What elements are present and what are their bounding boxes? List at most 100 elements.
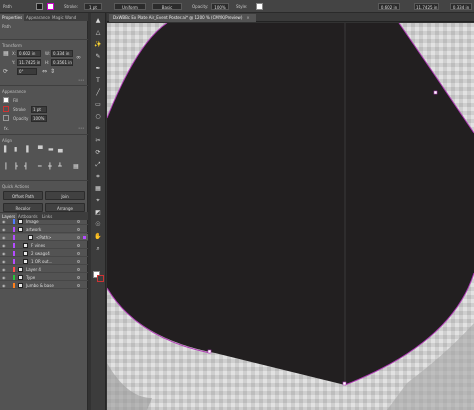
visibility-eye-icon[interactable]: ◉ [2, 226, 6, 233]
layer-row[interactable]: ◉ Jumbo & base [0, 282, 88, 289]
target-circle-icon[interactable] [77, 260, 80, 263]
visibility-eye-icon[interactable]: ◉ [2, 258, 6, 265]
x-field[interactable]: 0.602 in [378, 3, 400, 10]
rotate-tool-icon[interactable]: ⟳ [94, 149, 102, 156]
selection-indicator[interactable] [83, 244, 86, 247]
stroke-swatch-tool[interactable] [97, 275, 104, 282]
anchor-point[interactable] [342, 381, 347, 386]
y-field[interactable]: 11.7425 in [17, 59, 41, 66]
arrange-button[interactable]: Arrange [45, 203, 85, 212]
layer-row[interactable]: ◉ Type [0, 274, 88, 281]
grid-tool-icon[interactable]: ▦ [94, 185, 102, 192]
close-tab-icon[interactable]: × [246, 15, 249, 20]
visibility-eye-icon[interactable]: ◉ [2, 234, 6, 241]
layer-row[interactable]: ◉ Image [0, 218, 88, 225]
visibility-eye-icon[interactable]: ◉ [2, 242, 6, 249]
align-right-icon[interactable]: ▐ [24, 147, 29, 153]
y-field[interactable]: 11.7425 in [414, 3, 439, 10]
target-circle-icon[interactable] [77, 236, 80, 239]
align-left-icon[interactable]: ▌ [4, 147, 9, 153]
target-circle-icon[interactable] [77, 268, 80, 271]
target-circle-icon[interactable] [77, 220, 80, 223]
scale-tool-icon[interactable]: ⤢ [94, 161, 102, 168]
zoom-tool-icon[interactable]: ⌕ [94, 245, 102, 252]
direct-selection-tool-icon[interactable]: △ [94, 29, 102, 36]
visibility-eye-icon[interactable]: ◉ [2, 266, 6, 273]
layer-row[interactable]: ◉ <Path> [0, 234, 88, 241]
selection-indicator[interactable] [83, 260, 86, 263]
opacity-field[interactable]: 100% [31, 115, 47, 122]
target-circle-icon[interactable] [77, 252, 80, 255]
anchor-point[interactable] [433, 90, 438, 95]
selection-indicator[interactable] [83, 236, 86, 239]
stroke-weight-field[interactable]: 1 pt [31, 106, 47, 113]
pen-tool-icon[interactable]: ✒ [94, 65, 102, 72]
selection-indicator[interactable] [83, 284, 86, 287]
document-tab[interactable]: DxWBBc Ex Plate Air_Event Poster.ai* @ 1… [109, 14, 256, 22]
align-top-icon[interactable]: ▀ [38, 147, 43, 153]
fill-swatch[interactable] [3, 97, 9, 103]
align-center-icon[interactable]: ▮ [14, 147, 17, 153]
layer-row[interactable]: ◉ artwork [0, 226, 88, 233]
graphic-style-swatch[interactable] [256, 3, 263, 10]
angle-field[interactable]: 0° [17, 68, 37, 75]
align-bottom-icon[interactable]: ▄ [58, 147, 63, 153]
more-options-icon[interactable]: ⋯ [78, 78, 84, 84]
tab-appearance[interactable]: Appearance [24, 14, 52, 21]
layer-row[interactable]: ◉ Layer 4 [0, 266, 88, 273]
line-tool-icon[interactable]: ╱ [94, 89, 102, 96]
selection-tool-icon[interactable]: ▲ [94, 17, 102, 24]
hand-tool-icon[interactable]: ✋ [94, 233, 102, 240]
x-field[interactable]: 0.602 in [17, 50, 41, 57]
reference-point-icon[interactable]: ▦ [3, 51, 9, 57]
layer-row[interactable]: ◉ 1 OR out... [0, 258, 88, 265]
fx-button[interactable]: fx. [4, 126, 9, 131]
h-field[interactable]: 0.3561 in [51, 59, 73, 66]
perspective-icon[interactable]: ⌖ [94, 197, 102, 204]
selection-indicator[interactable] [83, 276, 86, 279]
offset-path-button[interactable]: Offset Path [3, 191, 43, 200]
target-circle-icon[interactable] [77, 228, 80, 231]
eyedropper-icon[interactable]: ☉ [94, 221, 102, 228]
tab-magic-wand[interactable]: Magic Wand [50, 14, 78, 21]
align-to-icon[interactable]: ▦ [73, 164, 79, 170]
visibility-eye-icon[interactable]: ◉ [2, 218, 6, 225]
layer-row[interactable]: ◉ 2 swags4 [0, 250, 88, 257]
opacity-field[interactable]: 100% [211, 3, 229, 10]
distribute-left-icon[interactable]: ┃ [4, 164, 8, 170]
constrain-proportions-icon[interactable]: ∞ [76, 55, 81, 61]
visibility-eye-icon[interactable]: ◉ [2, 282, 6, 289]
distribute-bottom-icon[interactable]: ┻ [58, 164, 62, 170]
visibility-eye-icon[interactable]: ◉ [2, 274, 6, 281]
target-circle-icon[interactable] [77, 284, 80, 287]
align-middle-icon[interactable]: ▬ [48, 147, 54, 153]
rectangle-tool-icon[interactable]: ▭ [94, 101, 102, 108]
w-field[interactable]: 0.334 in [51, 50, 73, 57]
distribute-right-icon[interactable]: ┫ [24, 164, 28, 170]
anchor-point[interactable] [207, 349, 212, 354]
distribute-top-icon[interactable]: ━ [38, 164, 42, 170]
brush-definition[interactable]: Basic [152, 3, 182, 10]
width-tool-icon[interactable]: ⌗ [94, 173, 102, 180]
selection-indicator[interactable] [83, 268, 86, 271]
selected-path-shape[interactable] [107, 23, 474, 385]
target-circle-icon[interactable] [77, 244, 80, 247]
variable-width-profile[interactable]: Uniform [114, 3, 146, 10]
type-tool-icon[interactable]: T [94, 77, 102, 84]
ellipse-tool-icon[interactable]: ○ [94, 113, 102, 120]
stroke-weight-field[interactable]: 1 pt [84, 3, 102, 10]
layer-row[interactable]: ◉ F vines [0, 242, 88, 249]
recolor-button[interactable]: Recolor [3, 203, 43, 212]
flip-horizontal-icon[interactable]: ⇔ [42, 69, 47, 75]
flip-vertical-icon[interactable]: ⇕ [50, 69, 55, 75]
target-circle-icon[interactable] [77, 276, 80, 279]
tab-properties[interactable]: Properties [0, 14, 25, 21]
stroke-swatch[interactable] [47, 3, 54, 10]
distribute-center-icon[interactable]: ┣ [14, 164, 18, 170]
selection-indicator[interactable] [83, 220, 86, 223]
w-field[interactable]: 0.334 in [450, 3, 472, 10]
scissors-icon[interactable]: ✂ [94, 137, 102, 144]
pencil-icon[interactable]: ✎ [94, 53, 102, 60]
distribute-middle-icon[interactable]: ╋ [48, 164, 52, 170]
selection-indicator[interactable] [83, 228, 86, 231]
